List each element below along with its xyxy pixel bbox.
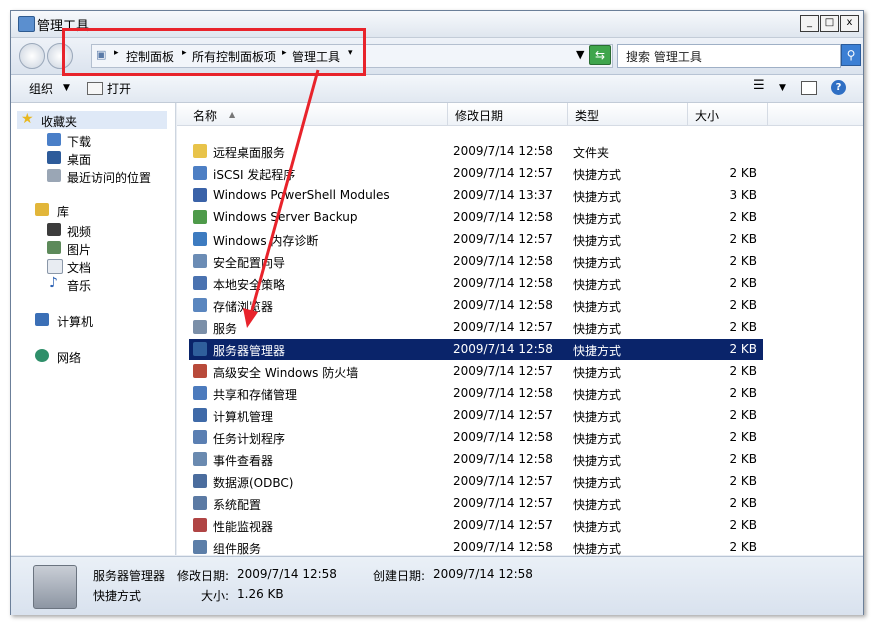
arrow-head: [243, 308, 258, 328]
pointer-arrow: [243, 69, 320, 328]
arrow-shaft: [249, 69, 320, 315]
